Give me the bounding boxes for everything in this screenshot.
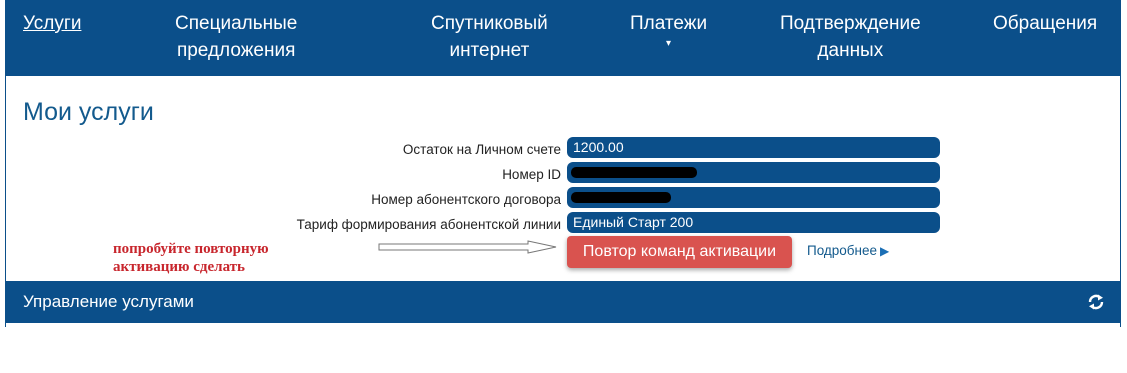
annotation-line: попробуйте повторную bbox=[113, 241, 269, 257]
play-icon: ▶ bbox=[880, 244, 890, 258]
nav-item-special-offers[interactable]: Специальные предложения bbox=[175, 10, 297, 64]
nav-item-label: данных bbox=[817, 40, 884, 61]
nav-item-label: Специальные bbox=[175, 13, 298, 34]
refresh-icon[interactable] bbox=[1087, 293, 1105, 311]
nav-item-label: Услуги bbox=[23, 13, 82, 34]
balance-value: 1200.00 bbox=[567, 137, 940, 158]
more-link-label: Подробнее bbox=[807, 243, 878, 258]
annotation-line: активацию сделать bbox=[113, 259, 245, 275]
tariff-value: Единый Старт 200 bbox=[567, 212, 940, 233]
top-nav: Услуги Специальные предложения Спутников… bbox=[5, 0, 1121, 76]
id-label: Номер ID bbox=[502, 167, 561, 182]
arrow-right-icon bbox=[378, 240, 557, 254]
page-title: Мои услуги bbox=[23, 98, 154, 126]
nav-item-label: Обращения bbox=[993, 13, 1098, 34]
id-value bbox=[567, 162, 940, 183]
nav-item-services[interactable]: Услуги bbox=[23, 10, 81, 37]
nav-item-payments[interactable]: Платежи ▾ bbox=[630, 10, 707, 51]
tariff-label: Тариф формирования абонентской линии bbox=[296, 217, 561, 232]
repeat-activation-button[interactable]: Повтор команд активации bbox=[567, 236, 792, 268]
annotation-note: попробуйте повторную активацию сделать bbox=[113, 240, 269, 276]
nav-item-label: интернет bbox=[449, 40, 530, 61]
nav-item-label: Спутниковый bbox=[431, 13, 548, 34]
nav-item-satellite-internet[interactable]: Спутниковый интернет bbox=[431, 10, 548, 64]
contract-value bbox=[567, 187, 940, 208]
contract-label: Номер абонентского договора bbox=[371, 192, 561, 207]
chevron-down-icon: ▾ bbox=[666, 38, 672, 49]
redaction-mark bbox=[571, 167, 697, 178]
service-management-bar[interactable]: Управление услугами bbox=[5, 281, 1121, 323]
nav-item-data-confirmation[interactable]: Подтверждение данных bbox=[780, 10, 921, 64]
nav-item-label: Подтверждение bbox=[780, 13, 921, 34]
nav-item-requests[interactable]: Обращения bbox=[993, 10, 1097, 37]
balance-label: Остаток на Личном счете bbox=[402, 142, 561, 157]
section-title: Управление услугами bbox=[23, 292, 194, 311]
nav-item-label: предложения bbox=[176, 40, 296, 61]
more-link[interactable]: Подробнее ▶ bbox=[807, 243, 889, 258]
redaction-mark bbox=[571, 192, 671, 203]
nav-item-label: Платежи bbox=[630, 13, 708, 34]
